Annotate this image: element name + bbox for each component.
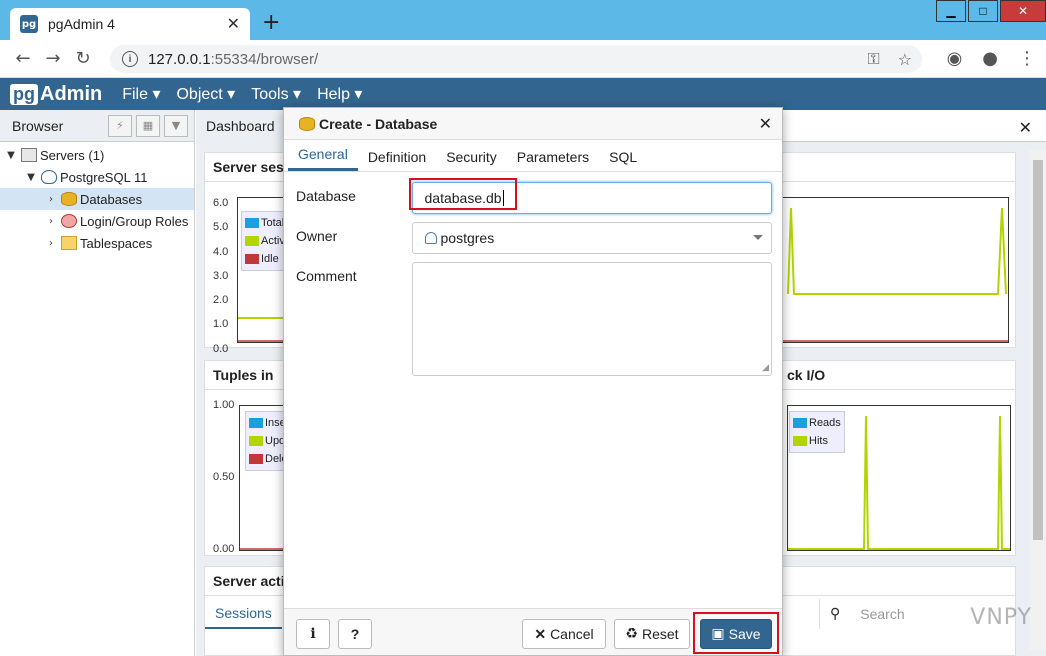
database-icon [299,116,315,131]
menu-tools[interactable]: Tools ▾ [251,84,301,104]
filter-icon[interactable]: ▼ [164,114,188,137]
comment-textarea[interactable]: ◢ [411,262,772,376]
comment-label: Comment [296,268,357,284]
close-icon: ✕ [534,625,547,642]
owner-select[interactable]: postgres [411,222,772,254]
highlight-database-input [409,178,517,210]
tab-sql[interactable]: SQL [599,149,647,171]
dialog-title: Create - Database [319,115,438,132]
browser-panel-title: Browser [12,117,64,134]
chevron-right-icon[interactable]: › [44,238,58,249]
tab-sessions[interactable]: Sessions [205,599,282,629]
tab-parameters[interactable]: Parameters [507,149,599,171]
block-io-legend: Reads Hits [789,411,845,453]
dialog-tabs: General Definition Security Parameters S… [284,140,782,172]
back-icon[interactable]: ← [8,48,38,69]
menu-file[interactable]: File ▾ [122,84,160,104]
browser-tab-strip: pg pgAdmin 4 ✕ + ▁ □ ✕ [0,0,1046,40]
tree-item-roles[interactable]: › Login/Group Roles [0,210,194,232]
dropdown-caret-icon [753,235,763,240]
dashboard-scrollbar[interactable] [1030,150,1046,650]
highlight-save-button [693,612,779,654]
user-icon [424,232,437,244]
server-icon [21,148,37,162]
bookmark-star-icon[interactable]: ☆ [898,50,912,69]
recycle-icon: ♻ [625,626,638,642]
tree-item-servers[interactable]: ▼ Servers (1) [0,144,194,166]
query-tool-icon[interactable]: ⚡ [108,114,132,137]
database-label: Database [296,188,356,204]
chevron-down-icon[interactable]: ▼ [24,172,38,183]
pgadmin-favicon-icon: pg [20,15,38,33]
close-dialog-icon[interactable]: ✕ [759,114,772,133]
tab-definition[interactable]: Definition [358,149,436,171]
chevron-down-icon[interactable]: ▼ [4,150,18,161]
tablespace-icon [61,236,77,250]
owner-label: Owner [296,228,338,244]
new-tab-icon[interactable]: + [262,10,280,35]
extension-icon[interactable]: ◉ [947,48,963,69]
tab-title: pgAdmin 4 [48,16,115,32]
sessions-legend: Total Activ Idle [241,211,289,271]
minimize-icon[interactable]: ▁ [936,0,966,22]
reload-icon[interactable]: ↻ [68,48,98,69]
reset-button[interactable]: ♻ Reset [614,619,690,649]
site-info-icon[interactable]: i [122,51,138,67]
tree-item-tablespaces[interactable]: › Tablespaces [0,232,194,254]
maximize-icon[interactable]: □ [968,0,998,22]
url-text: 127.0.0.1:55334/browser/ [148,50,319,68]
browser-tab[interactable]: pg pgAdmin 4 ✕ [10,8,250,40]
pgadmin-navbar: pg Admin File ▾ Object ▾ Tools ▾ Help ▾ [0,78,1046,110]
create-database-dialog: Create - Database ✕ General Definition S… [283,107,783,656]
watermark: VNPY [970,605,1032,630]
resize-grip-icon[interactable]: ◢ [762,363,769,373]
window-controls: ▁ □ ✕ [934,0,1046,22]
database-icon [61,192,77,206]
address-bar-row: ← → ↻ i 127.0.0.1:55334/browser/ ⚿ ☆ ◉ ●… [0,40,1046,78]
url-input[interactable]: i 127.0.0.1:55334/browser/ ⚿ ☆ [110,45,922,73]
tree-item-databases[interactable]: › Databases [0,188,194,210]
y-axis-ticks: 6.0 5.0 4.0 3.0 2.0 1.0 0.0 [213,197,229,355]
browser-panel: Browser ⚡ ▦ ▼ ▼ Servers (1) ▼ PostgreSQL… [0,110,195,656]
info-button[interactable]: i [296,619,330,649]
profile-icon[interactable]: ● [982,48,998,69]
close-panel-icon[interactable]: ✕ [1019,118,1032,137]
help-button[interactable]: ? [338,619,372,649]
menu-help[interactable]: Help ▾ [317,84,362,104]
cancel-button[interactable]: ✕ Cancel [522,619,606,649]
object-tree: ▼ Servers (1) ▼ PostgreSQL 11 › Database… [0,142,194,254]
tab-general[interactable]: General [288,146,358,171]
tab-security[interactable]: Security [436,149,507,171]
search-icon: ⚲ [830,606,841,622]
postgres-elephant-icon [41,170,57,184]
close-tab-icon[interactable]: ✕ [227,14,240,34]
key-icon[interactable]: ⚿ [867,49,879,69]
pgadmin-logo: pg Admin [10,83,102,106]
tab-dashboard[interactable]: Dashboard [196,109,286,142]
chevron-right-icon[interactable]: › [44,216,58,227]
menu-object[interactable]: Object ▾ [176,84,235,104]
search-input[interactable]: Search [860,606,904,622]
view-data-icon[interactable]: ▦ [136,114,160,137]
chevron-right-icon[interactable]: › [44,194,58,205]
roles-icon [61,214,77,228]
more-menu-icon[interactable]: ⋮ [1018,48,1036,69]
forward-icon[interactable]: → [38,48,68,69]
tree-item-postgresql[interactable]: ▼ PostgreSQL 11 [0,166,194,188]
window-close-icon[interactable]: ✕ [1000,0,1046,22]
